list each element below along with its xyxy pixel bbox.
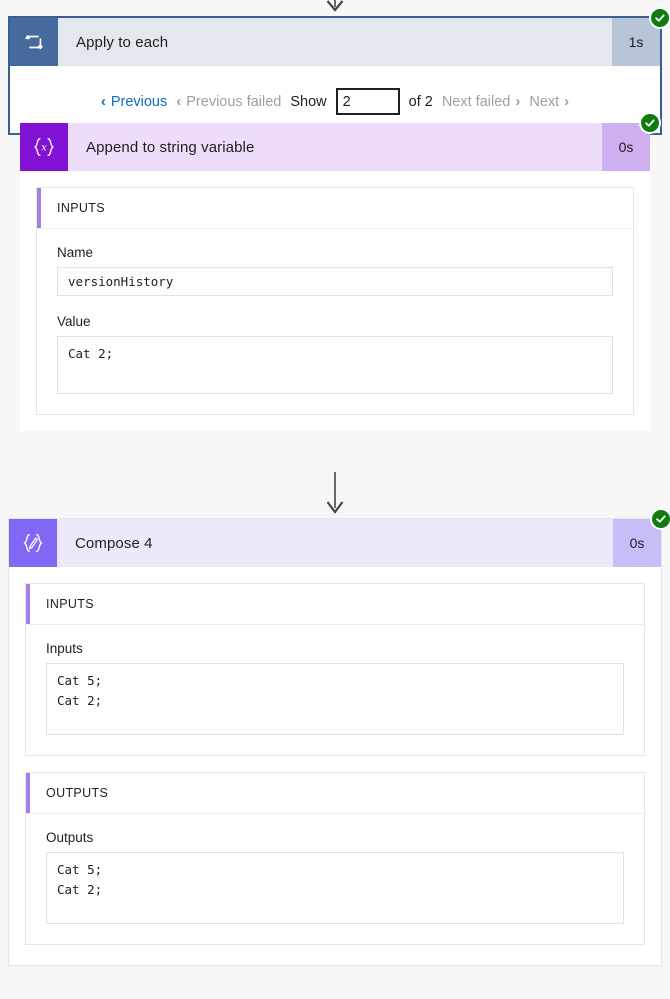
previous-label: Previous xyxy=(110,93,168,110)
compose-inputs-section-header: INPUTS xyxy=(26,584,644,625)
apply-to-each-header[interactable]: Apply to each 1s xyxy=(10,7,670,66)
value-field-label: Value xyxy=(57,314,91,329)
append-to-string-variable-card[interactable]: x Append to string variable 0s INPUTS Na… xyxy=(20,112,661,431)
compose-inputs-section: INPUTS Inputs Cat 5; Cat 2; xyxy=(25,583,645,756)
name-field-label: Name xyxy=(57,245,94,260)
of-total-label: of 2 xyxy=(408,93,433,110)
compose-pen-braces-icon xyxy=(9,519,57,567)
append-to-string-variable-title: Append to string variable xyxy=(86,138,255,156)
compose-4-card[interactable]: Compose 4 0s INPUTS Inputs Cat 5; Cat 2;… xyxy=(8,508,670,966)
compose-4-title: Compose 4 xyxy=(75,534,153,552)
append-inputs-section-header: INPUTS xyxy=(37,188,633,229)
compose-outputs-content: Outputs Cat 5; Cat 2; xyxy=(26,814,644,944)
compose-outputs-section: OUTPUTS Outputs Cat 5; Cat 2; xyxy=(25,772,645,945)
previous-button[interactable]: ‹ Previous xyxy=(101,94,167,110)
next-failed-label: Next failed xyxy=(441,93,511,110)
connector-arrow-middle xyxy=(0,472,670,516)
outputs-field-label: Outputs xyxy=(46,830,94,845)
compose-inputs-heading: INPUTS xyxy=(46,597,94,611)
previous-failed-button[interactable]: ‹ Previous failed xyxy=(176,94,281,110)
append-to-string-variable-body: INPUTS Name versionHistory Value Cat 2; xyxy=(20,171,650,431)
append-inputs-heading: INPUTS xyxy=(57,201,105,215)
inputs-field-label: Inputs xyxy=(46,641,83,656)
compose-outputs-heading: OUTPUTS xyxy=(46,786,109,800)
apply-to-each-card[interactable]: Apply to each 1s ‹ Previous ‹ Previous f… xyxy=(8,7,670,135)
check-circle-icon xyxy=(650,508,670,530)
svg-text:x: x xyxy=(41,143,47,154)
previous-failed-label: Previous failed xyxy=(186,93,282,110)
show-label: Show xyxy=(290,93,327,110)
append-inputs-section: INPUTS Name versionHistory Value Cat 2; xyxy=(36,187,634,415)
apply-to-each-title: Apply to each xyxy=(76,33,169,51)
variable-braces-x-icon: x xyxy=(20,123,68,171)
compose-4-header[interactable]: Compose 4 0s xyxy=(9,508,670,567)
loop-repeat-icon xyxy=(10,18,58,66)
next-button[interactable]: Next › xyxy=(529,94,569,110)
chevron-right-icon: › xyxy=(564,93,570,110)
chevron-right-icon: › xyxy=(515,93,521,110)
compose-inputs-content: Inputs Cat 5; Cat 2; xyxy=(26,625,644,755)
chevron-left-icon: ‹ xyxy=(176,93,182,110)
chevron-left-icon: ‹ xyxy=(100,93,106,110)
outputs-field-value[interactable]: Cat 5; Cat 2; xyxy=(46,852,624,924)
inputs-field-value[interactable]: Cat 5; Cat 2; xyxy=(46,663,624,735)
compose-outputs-section-header: OUTPUTS xyxy=(26,773,644,814)
connector-arrow-top xyxy=(0,0,670,14)
check-circle-icon xyxy=(649,7,670,29)
check-circle-icon xyxy=(639,112,661,134)
next-label: Next xyxy=(529,93,560,110)
name-field-value[interactable]: versionHistory xyxy=(57,267,613,296)
compose-4-body: INPUTS Inputs Cat 5; Cat 2; OUTPUTS Outp… xyxy=(9,567,661,965)
value-field-value[interactable]: Cat 2; xyxy=(57,336,613,394)
iteration-index-input[interactable] xyxy=(335,88,400,115)
append-inputs-content: Name versionHistory Value Cat 2; xyxy=(37,229,633,414)
append-to-string-variable-header[interactable]: x Append to string variable 0s xyxy=(20,112,661,171)
next-failed-button[interactable]: Next failed › xyxy=(442,94,521,110)
